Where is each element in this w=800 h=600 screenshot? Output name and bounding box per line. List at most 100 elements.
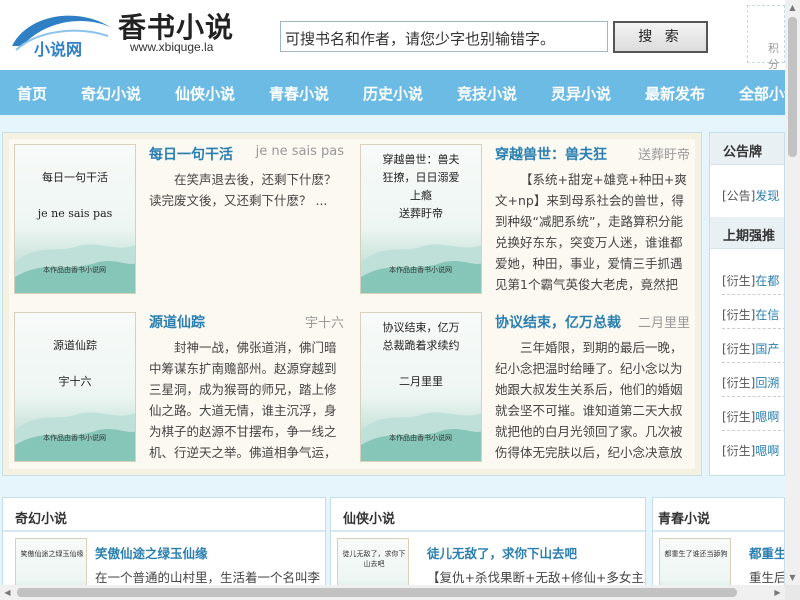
scrollbar-corner: [785, 585, 800, 600]
nav-supernatural[interactable]: 灵异小说: [551, 83, 611, 104]
scrollbar-thumb[interactable]: [17, 588, 737, 597]
featured-card: 穿越兽世：兽夫 狂撩，日日溺爱 上瘾 送葬盱帝 本作品由香书小说网 穿越兽世：兽…: [355, 139, 690, 299]
book-description: 在笑声退去後，还剩下什麽？读完废文後，又还剩下什麽？ ...: [149, 172, 337, 208]
cover-text: 总裁跪着求续约: [382, 339, 460, 352]
mountain-landscape-icon: [361, 244, 481, 293]
nav-history[interactable]: 历史小说: [363, 83, 423, 104]
nav-xianxia[interactable]: 仙侠小说: [175, 83, 235, 104]
scroll-left-arrow-icon[interactable]: ◀: [0, 585, 15, 600]
cover-text: 宇十六: [58, 375, 92, 388]
cover-text: [361, 355, 481, 373]
cover-text: 二月里里: [399, 375, 443, 388]
book-author[interactable]: je ne sais pas: [256, 144, 344, 159]
nav-sports[interactable]: 竞技小说: [457, 83, 517, 104]
cover-footer: 本作品由香书小说网: [389, 434, 452, 442]
book-cover[interactable]: 协议结束，亿万 总裁跪着求续约 二月里里 本作品由香书小说网: [360, 312, 482, 462]
cover-text: 上瘾: [410, 189, 432, 202]
scroll-up-arrow-icon[interactable]: ▲: [785, 0, 800, 15]
category-heading[interactable]: 仙侠小说: [331, 498, 645, 532]
rank-heading: 上期强推: [710, 217, 784, 249]
cover-text: 送葬盱帝: [399, 207, 443, 220]
book-cover[interactable]: 穿越兽世：兽夫 狂撩，日日溺爱 上瘾 送葬盱帝 本作品由香书小说网: [360, 144, 482, 294]
site-url: www.xbiquge.la: [130, 40, 214, 54]
nav-youth[interactable]: 青春小说: [269, 83, 329, 104]
book-author[interactable]: 送葬盱帝: [638, 144, 690, 163]
rank-tag: [衍生]: [722, 376, 756, 390]
horizontal-scrollbar[interactable]: ◀ ▶: [0, 585, 785, 600]
cover-text: 都重生了谁还当舔狗: [664, 550, 728, 558]
rank-text[interactable]: 在信: [755, 308, 779, 322]
nav-all[interactable]: 全部小说: [739, 83, 785, 104]
notice-item[interactable]: [公告]发现: [722, 187, 784, 209]
mountain-landscape-icon: [15, 412, 135, 461]
cover-text: 笑傲仙途之绿玉仙缘: [20, 550, 84, 558]
rank-item[interactable]: [衍生]嗯啊: [722, 442, 784, 464]
rank-text[interactable]: 嗯啊: [755, 444, 779, 458]
rank-tag: [衍生]: [722, 410, 756, 424]
rank-text[interactable]: 回溯: [755, 376, 779, 390]
book-title[interactable]: 穿越兽世：兽夫狂: [495, 144, 607, 164]
book-title[interactable]: 笑傲仙途之绿玉仙缘: [95, 543, 208, 562]
search-button[interactable]: 搜 索: [613, 21, 708, 53]
divider: [722, 362, 784, 363]
book-title[interactable]: 都重生: [749, 543, 784, 562]
book-description: 【系统+甜宠+雄竞+种田+爽文+np】来到母系社会的兽世，得到种级“减肥系统”，…: [495, 172, 687, 292]
book-title[interactable]: 源道仙踪: [149, 312, 205, 332]
nav-latest[interactable]: 最新发布: [645, 83, 705, 104]
book-author[interactable]: 宇十六: [305, 312, 344, 331]
user-panel: 积分: [747, 5, 785, 71]
cover-text: je ne sais pas: [37, 207, 113, 220]
featured-card: 每日一句干活 je ne sais pas 本作品由香书小说网 每日一句干活 j…: [9, 139, 344, 299]
nav-fantasy[interactable]: 奇幻小说: [81, 83, 141, 104]
book-title[interactable]: 每日一句干活: [149, 144, 233, 164]
vertical-scrollbar[interactable]: ▲ ▼: [785, 0, 800, 585]
search-input[interactable]: 可搜书名和作者，请您少字也别输错字。: [280, 21, 608, 52]
rank-item[interactable]: [衍生]在信: [722, 306, 784, 328]
cover-footer: 本作品由香书小说网: [43, 434, 106, 442]
rank-tag: [衍生]: [722, 308, 756, 322]
main-nav: 首页 奇幻小说 仙侠小说 青春小说 历史小说 竞技小说 灵异小说 最新发布 全部…: [0, 70, 785, 115]
book-description: 【复仇+杀伐果断+无敌+修仙+多女主】: [427, 570, 646, 585]
book-cover[interactable]: 源道仙踪 宇十六 本作品由香书小说网: [14, 312, 136, 462]
scroll-right-arrow-icon[interactable]: ▶: [770, 585, 785, 600]
divider: [722, 396, 784, 397]
rank-tag: [衍生]: [722, 342, 756, 356]
site-header: 小说网 香书小说 www.xbiquge.la 可搜书名和作者，请您少字也别输错…: [0, 0, 785, 71]
notice-text[interactable]: 发现: [755, 189, 779, 203]
notice-sidebar: 公告牌 [公告]发现 上期强推 [衍生]在都 [衍生]在信 [衍生]国产 [衍生…: [709, 132, 785, 476]
category-heading[interactable]: 奇幻小说: [3, 498, 325, 532]
book-title[interactable]: 协议结束，亿万总裁: [495, 312, 621, 332]
book-author[interactable]: 二月里里: [638, 312, 690, 331]
rank-item[interactable]: [衍生]在都: [722, 272, 784, 294]
cover-text: 穿越兽世：兽夫: [382, 153, 460, 166]
book-cover[interactable]: 每日一句干活 je ne sais pas 本作品由香书小说网: [14, 144, 136, 294]
rank-item[interactable]: [衍生]回溯: [722, 374, 784, 396]
rank-text[interactable]: 在都: [755, 274, 779, 288]
featured-card: 源道仙踪 宇十六 本作品由香书小说网 源道仙踪 宇十六 封神一战，佛张道消，佛门…: [9, 307, 344, 467]
book-description: 在一个普通的山村里，生活着一个名叫李: [95, 570, 321, 585]
nav-home[interactable]: 首页: [17, 83, 47, 104]
book-description: 重生后: [749, 570, 785, 585]
rank-tag: [衍生]: [722, 274, 756, 288]
cover-footer: 本作品由香书小说网: [43, 266, 106, 274]
category-heading[interactable]: 青春小说: [653, 498, 784, 532]
cover-text: 每日一句干活: [42, 171, 108, 184]
book-title[interactable]: 徒儿无敌了，求你下山去吧: [427, 543, 577, 562]
rank-text[interactable]: 嗯啊: [755, 410, 779, 424]
book-description: 三年婚限，到期的最后一晚，纪小念把温时给睡了。纪小念以为她跟大叔发生关系后，他们…: [495, 340, 683, 460]
cover-footer: 本作品由香书小说网: [389, 266, 452, 274]
site-logo[interactable]: 小说网: [8, 6, 118, 62]
featured-panel: 每日一句干活 je ne sais pas 本作品由香书小说网 每日一句干活 j…: [2, 132, 702, 476]
divider: [722, 430, 784, 431]
featured-card: 协议结束，亿万 总裁跪着求续约 二月里里 本作品由香书小说网 协议结束，亿万总裁…: [355, 307, 690, 467]
scrollbar-thumb[interactable]: [788, 17, 797, 157]
rank-item[interactable]: [衍生]嗯啊: [722, 408, 784, 430]
rank-item[interactable]: [衍生]国产: [722, 340, 784, 362]
cover-text: 源道仙踪: [53, 339, 97, 352]
scroll-down-arrow-icon[interactable]: ▼: [785, 570, 800, 585]
cover-text: 徒儿无敌了，求你下山去吧: [342, 550, 406, 568]
cover-text: 狂撩，日日溺爱: [382, 171, 460, 184]
rank-text[interactable]: 国产: [755, 342, 779, 356]
cover-text: 协议结束，亿万: [382, 321, 460, 334]
logo-text: 小说网: [34, 40, 83, 59]
